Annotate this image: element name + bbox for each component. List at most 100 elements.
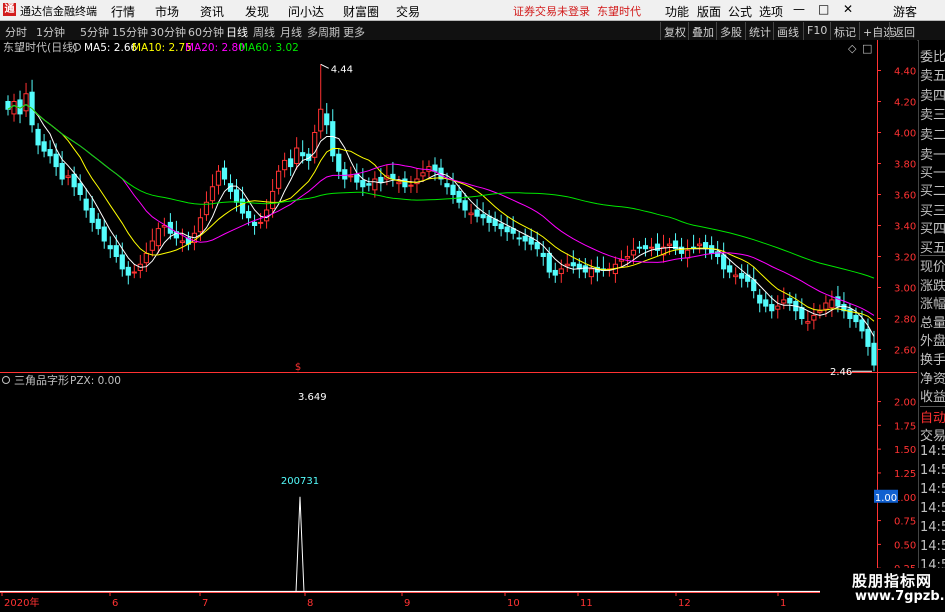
candle-body bbox=[366, 183, 372, 186]
candle-body bbox=[65, 175, 71, 178]
quote-panel-label: 交易 bbox=[920, 429, 945, 444]
candle-body bbox=[817, 310, 823, 313]
candle-body bbox=[197, 217, 204, 233]
menu-layout[interactable]: 版面 bbox=[697, 3, 721, 20]
sub-tick-label: 1.50 bbox=[894, 445, 916, 456]
candle-body bbox=[270, 190, 276, 209]
date-tick-label: 1 bbox=[780, 598, 786, 609]
candle-body bbox=[95, 218, 101, 230]
candle-body bbox=[480, 214, 486, 219]
app-logo-icon: 通 bbox=[3, 3, 16, 16]
menu-quote[interactable]: 行情 bbox=[111, 3, 135, 20]
candle-body bbox=[251, 221, 258, 226]
candle-body bbox=[847, 308, 853, 320]
sub-indicator-name: 三角品字形 bbox=[14, 373, 69, 387]
candle-body bbox=[179, 240, 186, 244]
menu-wealth[interactable]: 财富圈 bbox=[343, 3, 379, 20]
app-title: 通达信金融终端 bbox=[20, 5, 97, 18]
tab-30min[interactable]: 30分钟 bbox=[150, 24, 186, 40]
restore-rights-button[interactable]: 复权 bbox=[660, 22, 689, 40]
candle-body bbox=[360, 180, 366, 188]
menu-ask[interactable]: 问小达 bbox=[288, 3, 324, 20]
menu-market[interactable]: 市场 bbox=[155, 3, 179, 20]
tab-monthly[interactable]: 月线 bbox=[280, 24, 302, 40]
candle-body bbox=[582, 265, 588, 273]
tab-15min[interactable]: 15分钟 bbox=[112, 24, 148, 40]
quote-panel-label: 外盘 bbox=[920, 334, 945, 349]
candle-body bbox=[829, 299, 835, 309]
candle-body bbox=[727, 265, 733, 273]
mark-button[interactable]: 标记 bbox=[830, 22, 859, 40]
candle-body bbox=[516, 237, 522, 240]
tab-daily[interactable]: 日线 bbox=[226, 24, 248, 40]
candle-body bbox=[498, 223, 504, 230]
ma5-label: MA5: 2.66 bbox=[84, 42, 137, 54]
watermark: 股朋指标网 www.7gpzb.com bbox=[820, 568, 945, 609]
candle-body bbox=[23, 93, 29, 112]
price-tick-label: 4.20 bbox=[894, 98, 916, 109]
menu-formula[interactable]: 公式 bbox=[728, 3, 752, 20]
login-warning[interactable]: 证券交易未登录 东望时代 bbox=[513, 3, 641, 19]
quote-panel-label: 买二 bbox=[920, 184, 945, 199]
quote-panel-label: 卖二 bbox=[920, 128, 945, 143]
candle-body bbox=[239, 198, 246, 214]
quote-panel-label: 14:56 bbox=[920, 539, 945, 554]
quote-panel-label: 涨跌 bbox=[920, 279, 945, 294]
candle-body bbox=[811, 314, 817, 321]
menu-news[interactable]: 资讯 bbox=[200, 3, 224, 20]
quote-panel-label: 收益 bbox=[920, 390, 945, 405]
minimize-icon[interactable]: — bbox=[793, 2, 805, 16]
menu-trade[interactable]: 交易 bbox=[396, 3, 420, 20]
quote-side-panel: 委比 卖五 卖四 卖三 卖二 卖一 买一 买二 买三 买四 买五 现价 涨跌 涨幅 总量 外盘 换手 净资 收益 自动… bbox=[918, 40, 945, 590]
candle-body bbox=[59, 163, 65, 180]
chart-area[interactable]: 东望时代(日线) MA5: 2.66 MA10: 2.75 MA20: 2.80 MA6… bbox=[0, 40, 945, 609]
close-icon[interactable]: ✕ bbox=[843, 2, 853, 16]
candle-body bbox=[143, 252, 149, 264]
candle-body bbox=[378, 176, 384, 183]
candle-body bbox=[588, 268, 594, 278]
tab-weekly[interactable]: 周线 bbox=[253, 24, 275, 40]
candle-body bbox=[853, 314, 859, 323]
watermark-title: 股朋指标网 bbox=[852, 572, 933, 590]
quote-panel-label: 卖三 bbox=[920, 108, 945, 123]
period-tabbar: 分时 1分钟 5分钟 15分钟 30分钟 60分钟 日线 周线 月线 多周期 更… bbox=[0, 21, 945, 41]
f10-button[interactable]: F10 bbox=[803, 22, 830, 40]
price-tick-label: 4.40 bbox=[894, 67, 916, 78]
candle-body bbox=[107, 245, 113, 250]
candle-body bbox=[859, 319, 865, 332]
tab-multi-period[interactable]: 多周期 bbox=[307, 24, 340, 40]
candle-body bbox=[696, 243, 703, 247]
menu-function[interactable]: 功能 bbox=[665, 3, 689, 20]
maximize-icon[interactable]: □ bbox=[818, 2, 829, 16]
tab-5min[interactable]: 5分钟 bbox=[80, 24, 109, 40]
candle-body bbox=[408, 184, 414, 187]
quote-panel-label[interactable]: 自动 bbox=[920, 406, 945, 426]
guest-label[interactable]: 游客 bbox=[893, 3, 917, 20]
candle-body bbox=[257, 221, 264, 224]
multi-stock-button[interactable]: 多股 bbox=[716, 22, 745, 40]
candle-body bbox=[630, 249, 637, 256]
price-tick-label: 2.60 bbox=[894, 346, 916, 357]
candle-body bbox=[546, 252, 552, 273]
statistics-button[interactable]: 统计 bbox=[745, 22, 774, 40]
ma60-label: MA60: 3.02 bbox=[239, 42, 299, 54]
overlay-button[interactable]: 叠加 bbox=[688, 22, 717, 40]
tab-1min[interactable]: 1分钟 bbox=[36, 24, 65, 40]
tab-more[interactable]: 更多 bbox=[343, 24, 365, 40]
candle-body bbox=[763, 299, 769, 307]
quote-panel-label: 委比 bbox=[920, 50, 945, 65]
menu-discover[interactable]: 发现 bbox=[245, 3, 269, 20]
candle-body bbox=[474, 209, 480, 217]
menu-options[interactable]: 选项 bbox=[759, 3, 783, 20]
candle-body bbox=[125, 266, 131, 276]
date-tick-label: 9 bbox=[404, 598, 410, 609]
candle-body bbox=[318, 108, 324, 132]
kline-chart[interactable]: 东望时代(日线) MA5: 2.66MA10: 2.75MA20: 2.80MA6… bbox=[0, 40, 945, 609]
tab-60min[interactable]: 60分钟 bbox=[188, 24, 224, 40]
candle-body bbox=[865, 328, 871, 347]
draw-line-button[interactable]: 画线 bbox=[773, 22, 802, 40]
candle-body bbox=[420, 172, 426, 177]
back-button[interactable]: 返回 bbox=[889, 22, 918, 40]
tab-timeshare[interactable]: 分时 bbox=[5, 24, 27, 40]
candle-body bbox=[348, 175, 354, 178]
